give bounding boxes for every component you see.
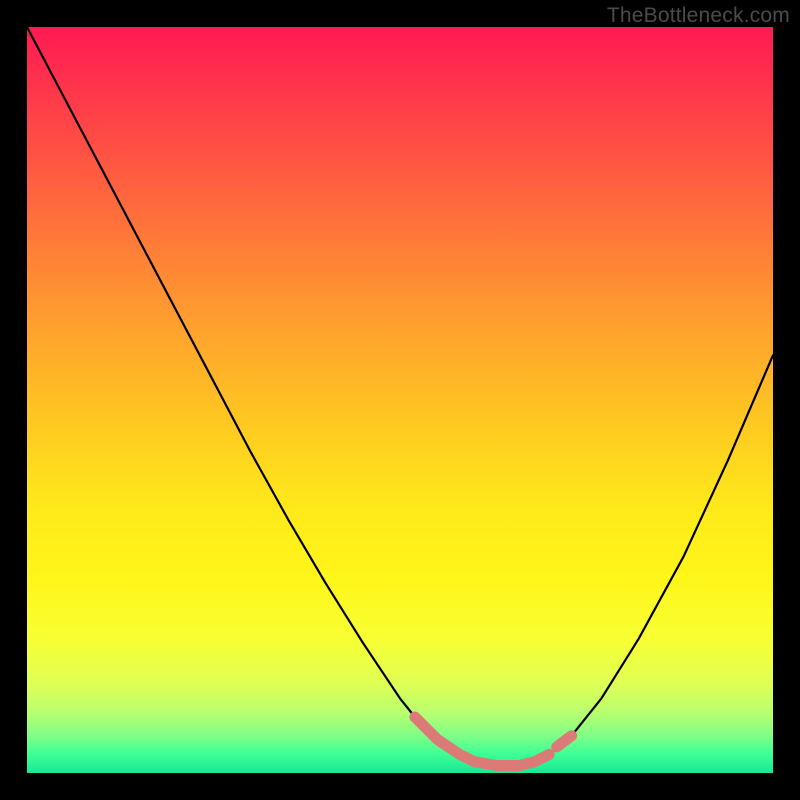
bottleneck-curve: [27, 27, 773, 766]
trough-highlight: [415, 717, 572, 766]
chart-stage: TheBottleneck.com: [0, 0, 800, 800]
watermark-text: TheBottleneck.com: [607, 4, 790, 28]
trough-highlight-segment-b: [557, 736, 572, 747]
curve-path: [27, 27, 773, 766]
trough-highlight-segment-a: [415, 717, 549, 766]
curve-layer: [27, 27, 773, 773]
plot-area: [27, 27, 773, 773]
